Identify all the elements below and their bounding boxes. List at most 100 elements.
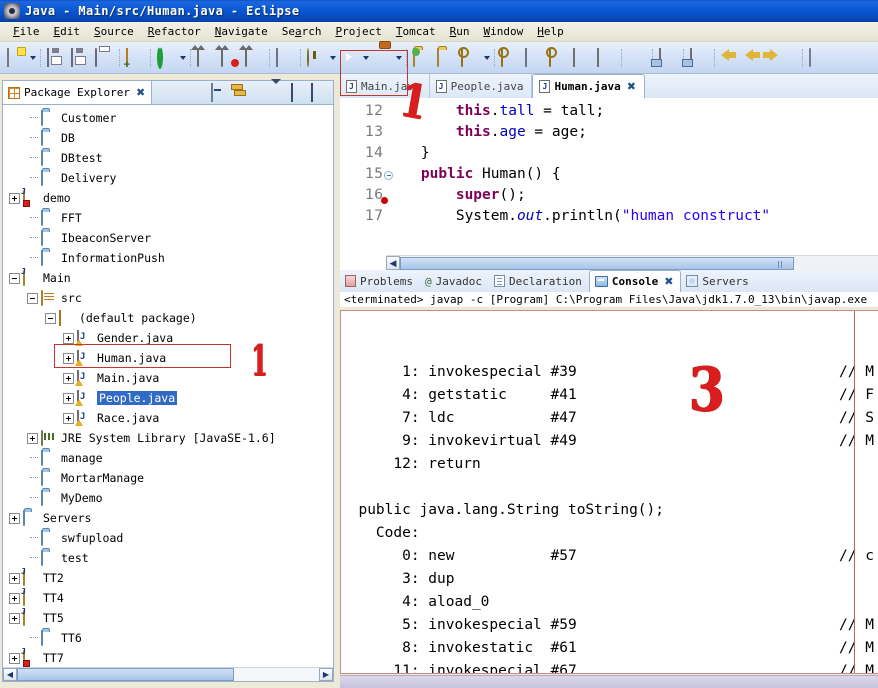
tree-expander-icon[interactable] bbox=[63, 412, 74, 424]
new-class-dropdown-arrow-icon[interactable] bbox=[482, 47, 491, 69]
scroll-right-icon[interactable]: ▶ bbox=[319, 668, 333, 681]
scroll-left-icon[interactable]: ◀ bbox=[386, 256, 400, 270]
close-icon[interactable]: ✖ bbox=[664, 275, 673, 288]
tree-item-jre-system-library-javase-1-6[interactable]: JRE System Library [JavaSE-1.6] bbox=[3, 428, 333, 448]
toggle-markers-button[interactable] bbox=[274, 47, 296, 69]
breakpoint-icon[interactable] bbox=[381, 197, 388, 204]
tomcat-start-button[interactable] bbox=[195, 47, 217, 69]
code-line[interactable]: this.tall = tall; bbox=[386, 101, 878, 122]
code-line[interactable]: public Human() { bbox=[386, 164, 878, 185]
tree-item-people-java[interactable]: People.java bbox=[3, 388, 333, 408]
editor-tab-people-java[interactable]: People.java bbox=[429, 74, 533, 98]
link-with-editor-button[interactable] bbox=[231, 84, 249, 102]
code-line[interactable]: this.age = age; bbox=[386, 122, 878, 143]
console-hscrollbar[interactable] bbox=[340, 675, 878, 688]
menu-search[interactable]: Search bbox=[275, 24, 329, 39]
view-menu-button[interactable] bbox=[271, 78, 289, 102]
next-annotation-button[interactable] bbox=[499, 47, 521, 69]
tree-expander-icon[interactable] bbox=[9, 512, 20, 524]
scroll-track[interactable] bbox=[17, 668, 319, 681]
menu-help[interactable]: Help bbox=[530, 24, 571, 39]
menu-refactor[interactable]: Refactor bbox=[141, 24, 208, 39]
tree-item-human-java[interactable]: Human.java bbox=[3, 348, 333, 368]
tree-item-servers[interactable]: Servers bbox=[3, 508, 333, 528]
menu-edit[interactable]: Edit bbox=[47, 24, 88, 39]
tree-expander-icon[interactable] bbox=[45, 312, 56, 324]
new-java-class-button[interactable] bbox=[459, 47, 481, 69]
export-button[interactable] bbox=[657, 47, 679, 69]
console-tab-console[interactable]: Console ✖ bbox=[588, 270, 682, 292]
refresh-dropdown-arrow-icon[interactable] bbox=[178, 47, 187, 69]
fold-collapse-icon[interactable] bbox=[384, 171, 393, 180]
table-button[interactable] bbox=[595, 47, 617, 69]
tree-item-main[interactable]: Main bbox=[3, 268, 333, 288]
tree-item-mydemo[interactable]: MyDemo bbox=[3, 488, 333, 508]
tree-expander-icon[interactable] bbox=[9, 572, 20, 584]
tree-item-tt7[interactable]: TT7 bbox=[3, 648, 333, 667]
tree-item-fft[interactable]: FFT bbox=[3, 208, 333, 228]
last-edit-location-button[interactable] bbox=[547, 47, 569, 69]
scroll-thumb[interactable] bbox=[17, 668, 235, 681]
tree-item-ibeaconserver[interactable]: IbeaconServer bbox=[3, 228, 333, 248]
close-icon[interactable]: ✖ bbox=[136, 86, 145, 99]
tree-item-default-package[interactable]: (default package) bbox=[3, 308, 333, 328]
console-output[interactable]: 1: invokespecial #39 // M 4: getstatic #4… bbox=[340, 310, 878, 674]
focus-button[interactable] bbox=[251, 84, 269, 102]
console-tab-problems[interactable]: Problems bbox=[340, 270, 420, 292]
maximize-button[interactable] bbox=[311, 82, 329, 102]
new-window-button[interactable] bbox=[807, 47, 829, 69]
tree-expander-icon[interactable] bbox=[63, 352, 74, 364]
console-tab-javadoc[interactable]: @ Javadoc bbox=[420, 270, 489, 292]
editor-hscrollbar[interactable]: ◀ bbox=[386, 255, 878, 270]
outline-view-button[interactable] bbox=[571, 47, 593, 69]
tree-expander-icon[interactable] bbox=[9, 592, 20, 604]
debug-dropdown-arrow-icon[interactable] bbox=[328, 47, 337, 69]
forward-button[interactable] bbox=[776, 47, 798, 69]
code-line[interactable]: } bbox=[386, 143, 878, 164]
tree-item-swfupload[interactable]: swfupload bbox=[3, 528, 333, 548]
tree-item-tt4[interactable]: TT4 bbox=[3, 588, 333, 608]
close-icon[interactable]: ✖ bbox=[627, 80, 636, 93]
menu-file[interactable]: File bbox=[6, 24, 47, 39]
collapse-all-button[interactable] bbox=[211, 82, 229, 102]
tree-item-tt5[interactable]: TT5 bbox=[3, 608, 333, 628]
console-tab-servers[interactable]: Servers bbox=[681, 270, 755, 292]
tree-item-demo[interactable]: demo bbox=[3, 188, 333, 208]
tree-expander-icon[interactable] bbox=[9, 272, 20, 284]
tab-package-explorer[interactable]: Package Explorer ✖ bbox=[3, 81, 153, 104]
import-button[interactable] bbox=[688, 47, 710, 69]
console-tab-declaration[interactable]: Declaration bbox=[489, 270, 589, 292]
tree-item-dbtest[interactable]: DBtest bbox=[3, 148, 333, 168]
code-line[interactable]: super(); bbox=[386, 185, 878, 206]
back-history-button[interactable] bbox=[743, 47, 765, 69]
tree-item-delivery[interactable]: Delivery bbox=[3, 168, 333, 188]
open-type-button[interactable] bbox=[411, 47, 433, 69]
new-dropdown-arrow-icon[interactable] bbox=[28, 47, 37, 69]
menu-source[interactable]: Source bbox=[87, 24, 141, 39]
run-tomcat-button[interactable] bbox=[371, 47, 393, 69]
project-tree[interactable]: Customer DB DBtest Delivery demo FFT IbeaconSe… bbox=[3, 105, 333, 667]
new-button[interactable] bbox=[5, 47, 27, 69]
run-tomcat-dropdown-arrow-icon[interactable] bbox=[394, 47, 403, 69]
debug-button[interactable] bbox=[305, 47, 327, 69]
scroll-thumb[interactable] bbox=[400, 256, 794, 270]
tree-expander-icon[interactable] bbox=[63, 332, 74, 344]
tomcat-stop-button[interactable] bbox=[219, 47, 241, 69]
open-resource-button[interactable] bbox=[435, 47, 457, 69]
tree-item-gender-java[interactable]: Gender.java bbox=[3, 328, 333, 348]
tree-expander-icon[interactable] bbox=[63, 372, 74, 384]
tree-item-tt6[interactable]: TT6 bbox=[3, 628, 333, 648]
scroll-left-icon[interactable]: ◀ bbox=[3, 668, 17, 681]
tree-expander-icon[interactable] bbox=[9, 652, 20, 664]
tree-expander-icon[interactable] bbox=[27, 432, 38, 444]
menu-project[interactable]: Project bbox=[328, 24, 388, 39]
tree-item-main-java[interactable]: Main.java bbox=[3, 368, 333, 388]
tree-expander-icon[interactable] bbox=[27, 292, 38, 304]
code-editor[interactable]: 12 13 14 15 16 17 this.tall = tall; this.age … bbox=[340, 98, 878, 252]
menu-window[interactable]: Window bbox=[476, 24, 530, 39]
menu-run[interactable]: Run bbox=[443, 24, 477, 39]
editor-tab-human-java[interactable]: Human.java ✖ bbox=[532, 74, 645, 98]
code-text[interactable]: this.tall = tall; this.age = age; } publ… bbox=[386, 98, 878, 252]
web-browser-button[interactable] bbox=[626, 47, 648, 69]
previous-annotation-button[interactable] bbox=[523, 47, 545, 69]
